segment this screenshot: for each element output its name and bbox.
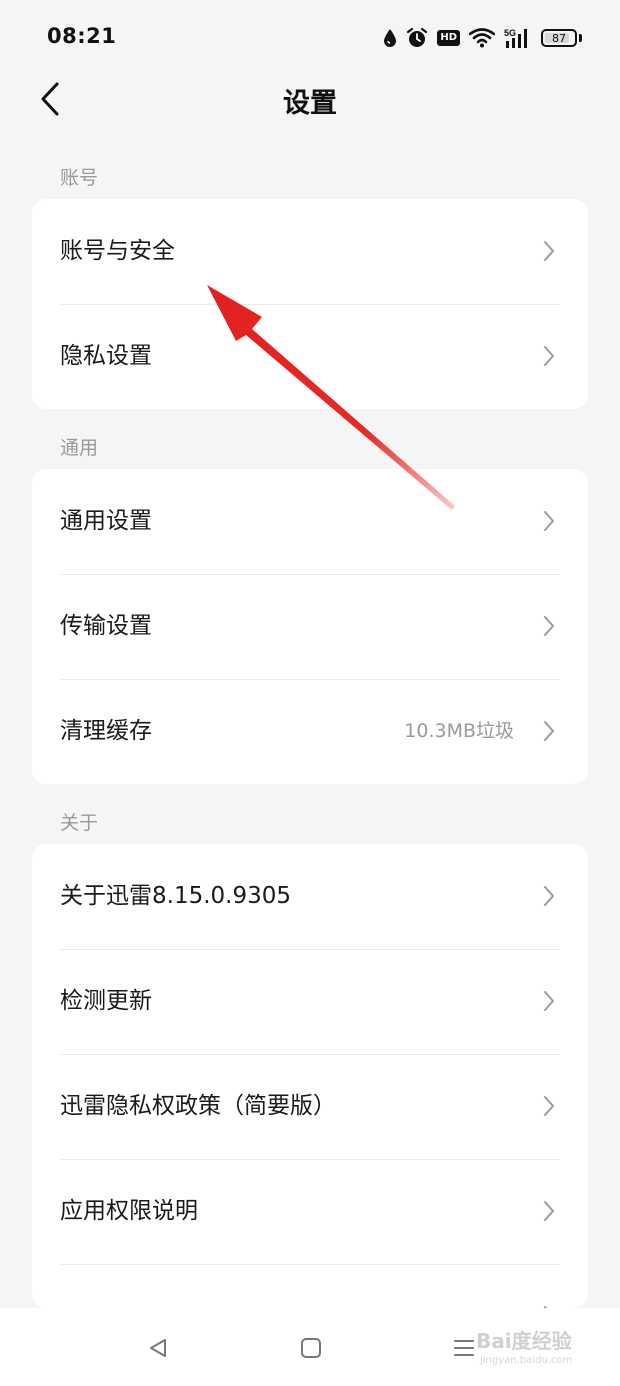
nav-bar: 设置 [0, 76, 620, 126]
card-general: 通用设置 传输设置 清理缓存 10.3MB垃圾 [32, 469, 588, 784]
back-triangle-icon [150, 1339, 166, 1357]
card-account: 账号与安全 隐私设置 [32, 199, 588, 409]
row-label: 账号与安全 [60, 238, 175, 264]
row-label: 隐私设置 [60, 343, 152, 369]
section-label-account: 账号 [60, 167, 99, 189]
baidu-watermark-url: jingyan.baidu.com [480, 1355, 573, 1366]
chevron-right-icon [544, 1096, 554, 1116]
menu-lines-icon [454, 1340, 474, 1356]
nav-home-button[interactable] [293, 1330, 329, 1366]
chevron-right-icon [544, 241, 554, 261]
card-about: 关于迅雷8.15.0.9305 检测更新 迅雷隐私权政策（简要版） 应用权限说明 [32, 844, 588, 1308]
chevron-right-icon [544, 1201, 554, 1221]
status-icons: HD 5G 87 [383, 24, 582, 52]
row-account-security[interactable]: 账号与安全 [32, 199, 588, 304]
chevron-right-icon [544, 721, 554, 741]
battery-icon: 87 [541, 29, 577, 47]
battery-level: 87 [552, 31, 566, 45]
nav-back-button[interactable] [140, 1330, 176, 1366]
chevron-right-icon [544, 346, 554, 366]
status-bar: 08:21 HD 5G 87 [0, 0, 620, 76]
chevron-right-icon [544, 511, 554, 531]
row-label: 检测更新 [60, 988, 152, 1014]
chevron-right-icon [544, 991, 554, 1011]
row-general-settings[interactable]: 通用设置 [32, 469, 588, 574]
wifi-icon [469, 28, 495, 48]
row-about-app[interactable]: 关于迅雷8.15.0.9305 [32, 844, 588, 949]
row-app-permissions[interactable]: 应用权限说明 [32, 1159, 588, 1264]
section-label-about: 关于 [60, 812, 99, 834]
chevron-right-icon [544, 886, 554, 906]
row-transfer-settings[interactable]: 传输设置 [32, 574, 588, 679]
hd-icon: HD [437, 30, 460, 46]
status-time: 08:21 [47, 24, 117, 48]
battery-tip [579, 34, 582, 42]
row-partial-next[interactable] [32, 1264, 588, 1308]
cache-size-value: 10.3MB垃圾 [404, 720, 514, 742]
section-label-general: 通用 [60, 437, 99, 459]
row-clear-cache[interactable]: 清理缓存 10.3MB垃圾 [32, 679, 588, 784]
chevron-right-icon [544, 616, 554, 636]
row-label: 通用设置 [60, 508, 152, 534]
home-square-icon [301, 1338, 321, 1358]
baidu-watermark: Bai度经验 [476, 1329, 572, 1353]
row-label: 迅雷隐私权政策（简要版） [60, 1093, 336, 1119]
5g-signal-icon: 5G [504, 28, 527, 48]
row-label: 应用权限说明 [60, 1198, 198, 1224]
row-label: 传输设置 [60, 613, 152, 639]
row-label: 关于迅雷8.15.0.9305 [60, 883, 291, 909]
row-check-update[interactable]: 检测更新 [32, 949, 588, 1054]
network-label: 5G [504, 28, 516, 38]
row-privacy-settings[interactable]: 隐私设置 [32, 304, 588, 409]
row-label: 清理缓存 [60, 718, 152, 744]
row-privacy-policy[interactable]: 迅雷隐私权政策（简要版） [32, 1054, 588, 1159]
page-title: 设置 [283, 88, 337, 119]
alarm-icon [407, 27, 428, 47]
water-drop-icon [384, 29, 397, 47]
